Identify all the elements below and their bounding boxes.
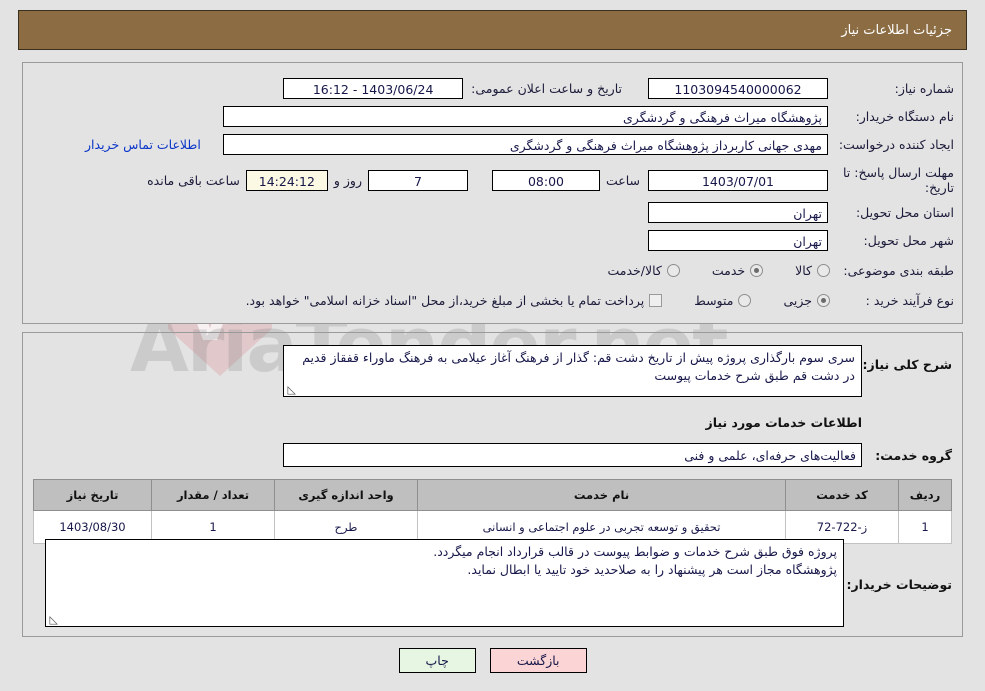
page-header: جزئیات اطلاعات نیاز bbox=[18, 10, 967, 50]
need-description-field: شرح کلی نیاز: bbox=[862, 345, 952, 372]
deadline-days-value: 7 bbox=[367, 169, 468, 191]
buyer-org-value: پژوهشگاه میراث فرهنگی و گردشگری bbox=[223, 105, 828, 127]
buyer-notes-value[interactable]: پروژه فوق طبق شرح خدمات و ضوابط پیوست در… bbox=[45, 539, 844, 627]
province-value: تهران bbox=[648, 201, 828, 223]
services-table: ردیف کد خدمت نام خدمت واحد اندازه گیری ت… bbox=[33, 479, 952, 544]
announce-datetime-value: 1403/06/24 - 16:12 bbox=[283, 77, 464, 99]
purchase-type-option-motevaset[interactable]: متوسط bbox=[694, 292, 752, 308]
radio-selected-icon[interactable] bbox=[817, 293, 830, 307]
announce-datetime-field: تاریخ و ساعت اعلان عمومی: 1403/06/24 - 1… bbox=[283, 77, 622, 99]
deadline-time-label: ساعت bbox=[605, 172, 640, 188]
category-field: طبقه بندی موضوعی: کالا خدمت کالا/خدمت bbox=[581, 259, 954, 281]
radio-icon[interactable] bbox=[817, 263, 830, 277]
buyer-notes-line-1: پروژه فوق طبق شرح خدمات و ضوابط پیوست در… bbox=[433, 544, 837, 559]
purchase-type-option-motevaset-label: متوسط bbox=[694, 292, 734, 308]
page-title: جزئیات اطلاعات نیاز bbox=[841, 22, 952, 38]
col-quantity: تعداد / مقدار bbox=[151, 479, 275, 511]
col-row-no: ردیف bbox=[898, 479, 952, 511]
city-field: شهر محل تحویل: تهران bbox=[648, 229, 954, 251]
service-details-panel: شرح کلی نیاز: سری سوم بارگذاری پروژه پیش… bbox=[22, 332, 963, 637]
requester-label: ایجاد کننده درخواست: bbox=[838, 136, 954, 152]
col-service-code: کد خدمت bbox=[785, 479, 899, 511]
province-field: استان محل تحویل: تهران bbox=[648, 201, 954, 223]
page-root: V AriaTender.net جزئیات اطلاعات نیاز شما… bbox=[0, 0, 985, 691]
category-option-kala-khedmat[interactable]: کالا/خدمت bbox=[607, 262, 680, 278]
need-description-value[interactable]: سری سوم بارگذاری پروژه پیش از تاریخ دشت … bbox=[283, 345, 862, 397]
col-service-name: نام خدمت bbox=[417, 479, 786, 511]
buyer-notes-field: توضیحات خریدار: bbox=[846, 545, 952, 593]
category-label: طبقه بندی موضوعی: bbox=[843, 262, 954, 278]
deadline-date-value: 1403/07/01 bbox=[648, 169, 828, 191]
buyer-org-field: نام دستگاه خریدار: پژوهشگاه میراث فرهنگی… bbox=[223, 105, 954, 127]
buyer-notes-label: توضیحات خریدار: bbox=[846, 577, 952, 592]
checkbox-icon[interactable] bbox=[649, 293, 663, 307]
back-button[interactable]: بازگشت bbox=[489, 648, 587, 673]
footer-button-bar: بازگشت چاپ bbox=[0, 648, 985, 673]
purchase-type-option-jozii-label: جزیی bbox=[783, 292, 812, 308]
need-number-value: 1103094540000062 bbox=[648, 77, 828, 99]
resize-grip-icon[interactable]: ◺ bbox=[286, 384, 296, 395]
col-need-date: تاریخ نیاز bbox=[33, 479, 152, 511]
service-group-label: گروه خدمت: bbox=[875, 448, 952, 463]
table-header-row: ردیف کد خدمت نام خدمت واحد اندازه گیری ت… bbox=[33, 479, 952, 511]
province-label: استان محل تحویل: bbox=[855, 204, 954, 220]
purchase-type-label: نوع فرآیند خرید : bbox=[865, 292, 954, 308]
need-description-label: شرح کلی نیاز: bbox=[862, 357, 952, 372]
col-unit: واحد اندازه گیری bbox=[274, 479, 418, 511]
category-option-kala-label: کالا bbox=[795, 262, 812, 278]
radio-selected-icon[interactable] bbox=[750, 263, 764, 277]
city-value: تهران bbox=[648, 229, 828, 251]
buyer-notes-line-2: پژوهشگاه مجاز است هر پیشنهاد را به صلاحد… bbox=[467, 562, 837, 577]
category-option-khedmat[interactable]: خدمت bbox=[711, 262, 764, 278]
service-group-field: گروه خدمت: bbox=[866, 445, 952, 464]
deadline-remaining-label: ساعت باقی مانده bbox=[147, 172, 240, 188]
category-option-kala-khedmat-label: کالا/خدمت bbox=[607, 262, 662, 278]
deadline-label: مهلت ارسال پاسخ: تا تاریخ: bbox=[843, 165, 954, 195]
treasury-bond-checkbox-group[interactable]: پرداخت تمام یا بخشی از مبلغ خرید،از محل … bbox=[246, 293, 663, 308]
resize-grip-icon[interactable]: ◺ bbox=[48, 614, 58, 625]
announce-datetime-label: تاریخ و ساعت اعلان عمومی: bbox=[471, 80, 622, 96]
radio-icon[interactable] bbox=[738, 293, 752, 307]
need-description-text: سری سوم بارگذاری پروژه پیش از تاریخ دشت … bbox=[302, 350, 855, 383]
purchase-type-field: نوع فرآیند خرید : جزیی متوسط پرداخت تمام… bbox=[246, 289, 954, 311]
print-button[interactable]: چاپ bbox=[398, 648, 476, 673]
deadline-remaining-value: 14:24:12 bbox=[245, 169, 328, 191]
buyer-contact-link-label[interactable]: اطلاعات تماس خریدار bbox=[85, 137, 201, 152]
deadline-time-value: 08:00 bbox=[491, 169, 600, 191]
cell-row-no: 1 bbox=[898, 510, 952, 544]
purchase-type-option-jozii[interactable]: جزیی bbox=[783, 293, 830, 308]
deadline-field: مهلت ارسال پاسخ: تا تاریخ: 1403/07/01 سا… bbox=[147, 163, 954, 197]
radio-icon[interactable] bbox=[666, 263, 680, 277]
deadline-days-label: روز و bbox=[333, 172, 362, 188]
need-info-panel: شماره نیاز: 1103094540000062 تاریخ و ساع… bbox=[22, 62, 963, 324]
category-option-kala[interactable]: کالا bbox=[795, 263, 830, 278]
service-group-value: فعالیت‌های حرفه‌ای، علمی و فنی bbox=[283, 443, 862, 467]
requester-field: ایجاد کننده درخواست: مهدی جهانی کاربرداز… bbox=[223, 133, 954, 155]
buyer-contact-link[interactable]: اطلاعات تماس خریدار bbox=[85, 133, 201, 155]
buyer-org-label: نام دستگاه خریدار: bbox=[855, 108, 954, 124]
treasury-bond-note: پرداخت تمام یا بخشی از مبلغ خرید،از محل … bbox=[245, 292, 645, 308]
requester-value: مهدی جهانی کاربرداز پژوهشگاه میراث فرهنگ… bbox=[223, 133, 828, 155]
need-number-label: شماره نیاز: bbox=[894, 80, 954, 96]
category-option-khedmat-label: خدمت bbox=[711, 262, 746, 278]
need-number-field: شماره نیاز: 1103094540000062 bbox=[648, 77, 954, 99]
city-label: شهر محل تحویل: bbox=[863, 232, 954, 248]
services-section-title: اطلاعات خدمات مورد نیاز bbox=[705, 415, 863, 430]
